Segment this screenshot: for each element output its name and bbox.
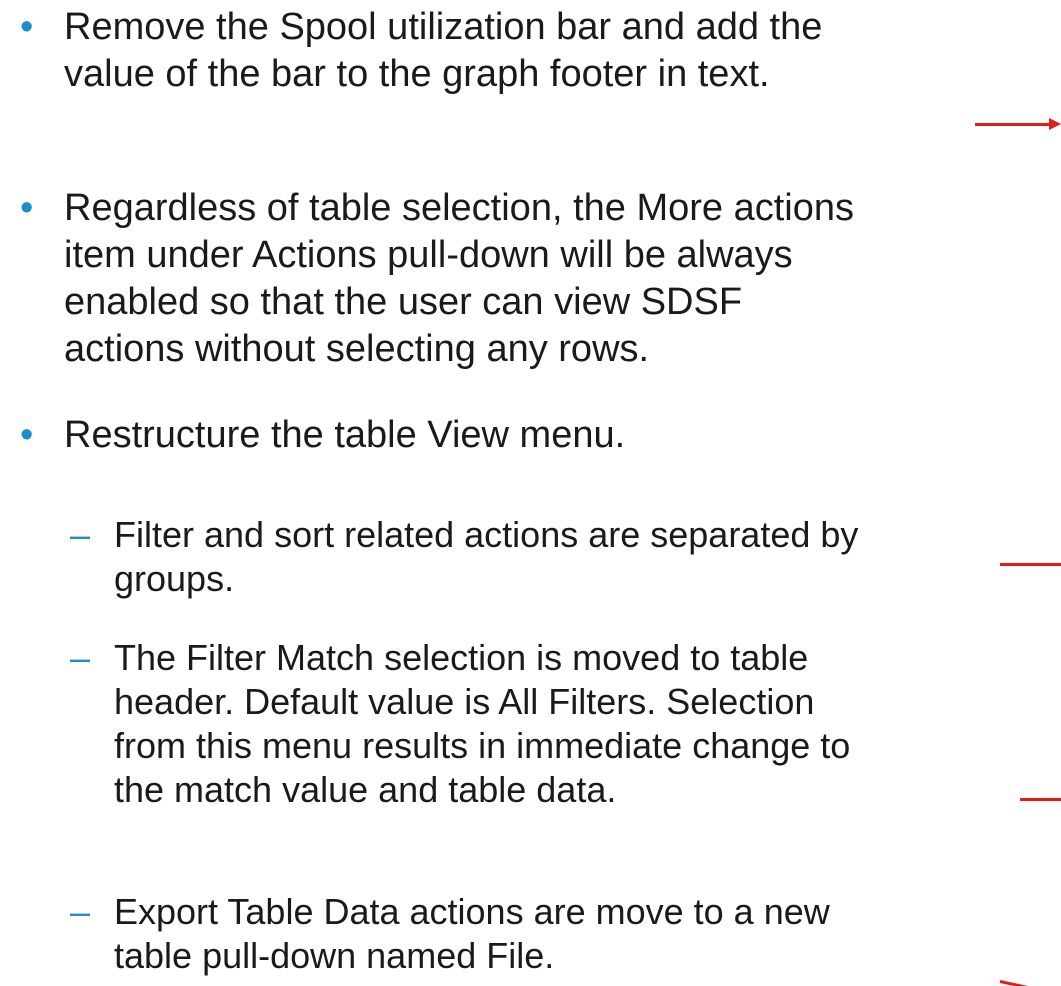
bullet-dot: • [20,187,34,229]
annotation-line [1000,563,1061,566]
sub-bullet-dash: – [70,514,91,555]
sub-bullet-2: – The Filter Match selection is moved to… [70,636,1060,816]
bullet-3: • Restructure the table View menu. [20,412,1040,462]
bullet-text: Remove the Spool utilization bar and add… [64,6,823,95]
annotation-arrow-line [975,123,1049,126]
bullet-2: • Regardless of table selection, the Mor… [20,185,1060,375]
bullet-dot: • [20,414,34,456]
bullet-text: Regardless of table selection, the More … [64,187,854,370]
bullet-text: Restructure the table View menu. [64,414,626,456]
sub-bullet-text: Export Table Data actions are move to a … [114,891,830,976]
sub-bullet-dash: – [70,891,91,932]
bullet-1: • Remove the Spool utilization bar and a… [20,4,1040,104]
sub-bullet-3: – Export Table Data actions are move to … [70,890,1060,980]
sub-bullet-text: Filter and sort related actions are sepa… [114,514,859,599]
sub-bullet-dash: – [70,637,91,678]
slide: • Remove the Spool utilization bar and a… [0,0,1061,986]
sub-bullet-text: The Filter Match selection is moved to t… [114,637,851,810]
sub-bullet-1: – Filter and sort related actions are se… [70,513,1060,603]
annotation-line [999,980,1060,986]
annotation-line [1020,798,1061,801]
bullet-dot: • [20,6,34,48]
annotation-arrowhead [1049,118,1061,130]
